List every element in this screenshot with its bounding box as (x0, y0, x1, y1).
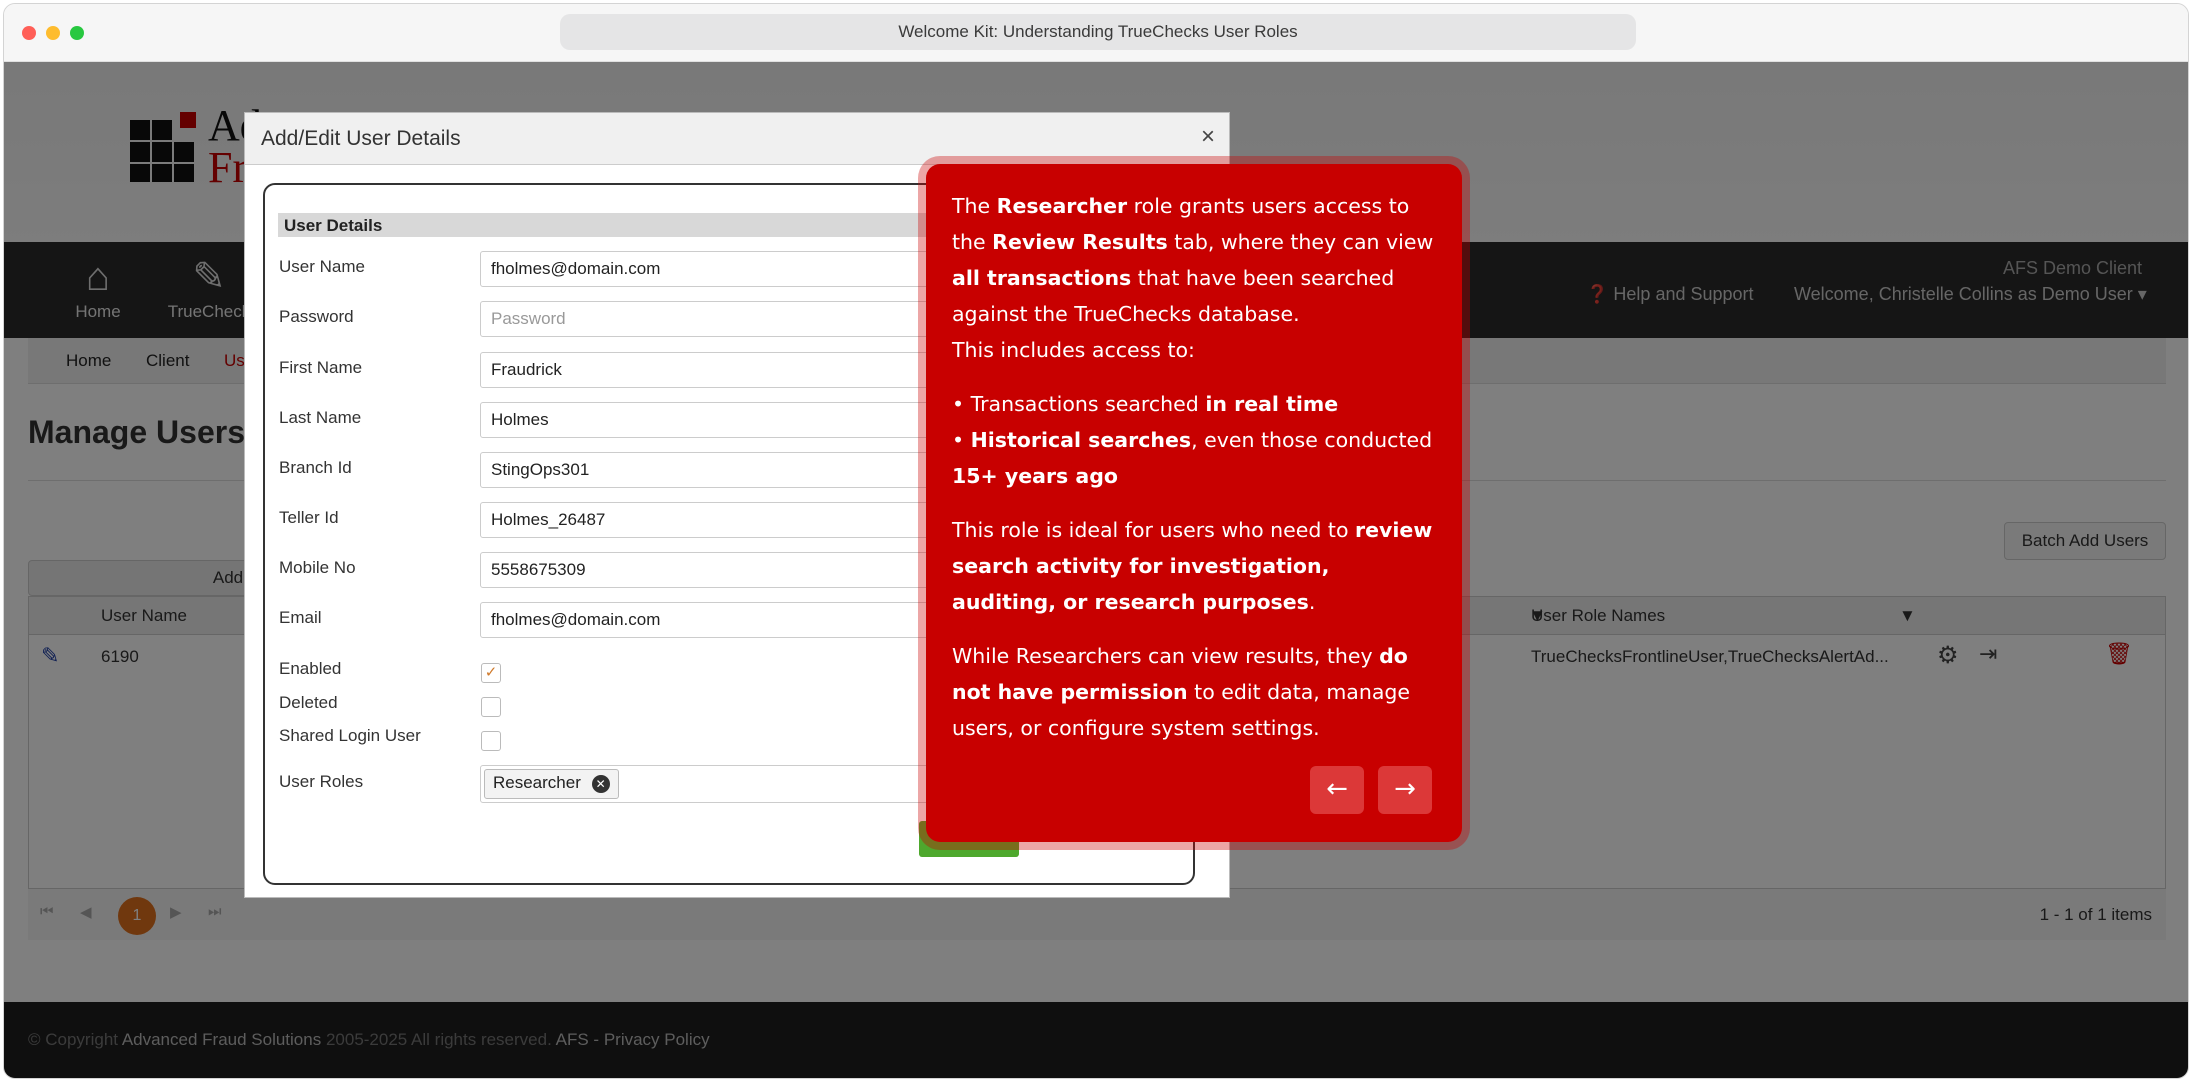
tooltip-paragraph-4: While Researchers can view results, they… (952, 644, 1411, 740)
tooltip-bullets: • Transactions searched in real time • H… (952, 386, 1436, 494)
minimize-window-button[interactable] (46, 26, 60, 40)
modal-header: Add/Edit User Details × (245, 113, 1229, 165)
browser-window: Welcome Kit: Understanding TrueChecks Us… (3, 3, 2189, 1079)
email-label: Email (279, 608, 322, 627)
shared-login-label: Shared Login User (279, 726, 421, 745)
tour-next-button[interactable]: → (1378, 766, 1432, 814)
modal-title: Add/Edit User Details (261, 127, 461, 150)
bullet-item: • Transactions searched in real time (952, 392, 1339, 416)
remove-tag-icon[interactable]: ✕ (591, 775, 610, 793)
address-bar[interactable]: Welcome Kit: Understanding TrueChecks Us… (560, 14, 1636, 50)
first-name-label: First Name (279, 358, 363, 377)
user-name-label: User Name (279, 257, 365, 276)
deleted-label: Deleted (279, 693, 338, 712)
role-tag: Researcher ✕ (484, 769, 619, 799)
close-window-button[interactable] (22, 26, 36, 40)
mobile-no-label: Mobile No (279, 558, 356, 577)
bullet-item: • Historical searches, even those conduc… (952, 428, 1433, 488)
title-bar: Welcome Kit: Understanding TrueChecks Us… (4, 4, 2188, 62)
last-name-label: Last Name (279, 408, 362, 427)
maximize-window-button[interactable] (70, 26, 84, 40)
close-icon[interactable]: × (1201, 123, 1215, 151)
enabled-checkbox[interactable]: ✓ (481, 663, 501, 683)
user-roles-label: User Roles (279, 772, 364, 791)
password-label: Password (279, 307, 354, 326)
tour-tooltip: The Researcher role grants users access … (926, 164, 1462, 842)
branch-id-label: Branch Id (279, 458, 352, 477)
shared-login-checkbox[interactable] (481, 731, 501, 751)
teller-id-label: Teller Id (279, 508, 339, 527)
tooltip-paragraph-1: The Researcher role grants users access … (952, 194, 1434, 362)
enabled-label: Enabled (279, 659, 342, 678)
tour-prev-button[interactable]: ← (1310, 766, 1364, 814)
deleted-checkbox[interactable] (481, 697, 501, 717)
tooltip-paragraph-3: This role is ideal for users who need to… (952, 518, 1433, 614)
